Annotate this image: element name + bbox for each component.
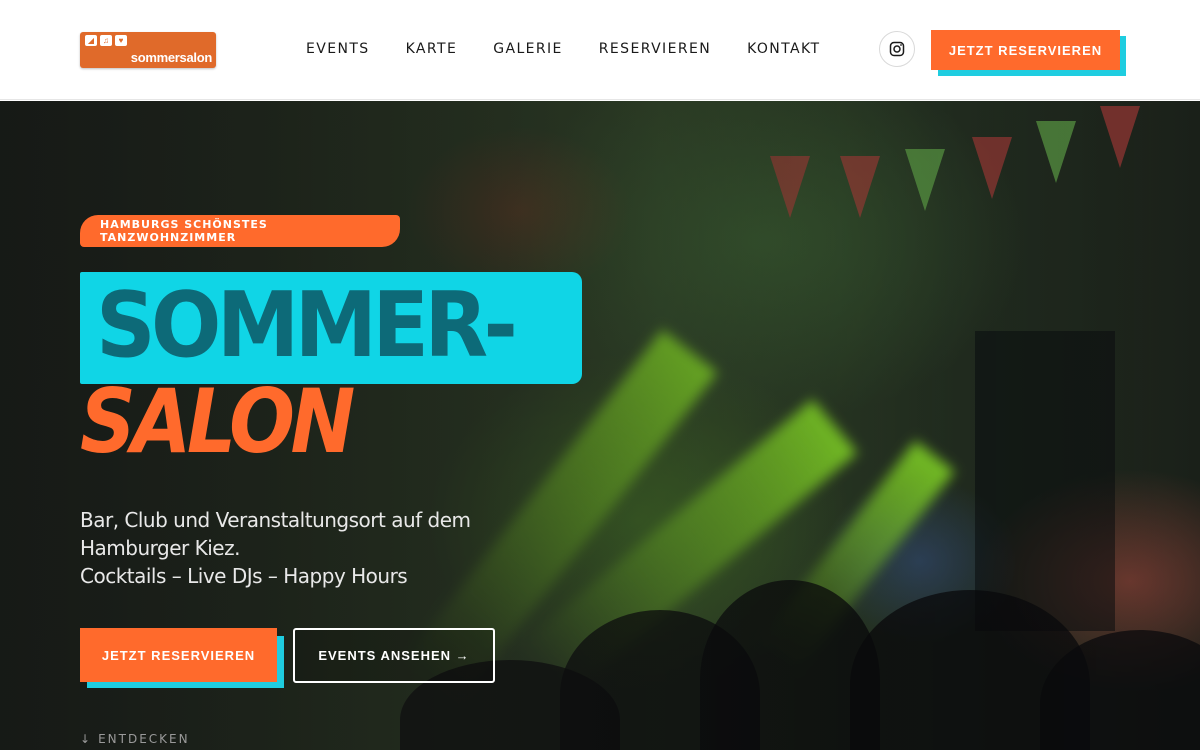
cocktail-icon: ◢ bbox=[85, 35, 97, 46]
site-header: ◢ ♫ ♥ sommersalon EVENTS KARTE GALERIE R… bbox=[0, 0, 1200, 100]
header-reserve-wrap: JETZT RESERVIEREN bbox=[931, 30, 1126, 76]
logo[interactable]: ◢ ♫ ♥ sommersalon bbox=[80, 32, 216, 68]
hero-title-line2: SALON bbox=[80, 370, 355, 473]
music-note-icon: ♫ bbox=[100, 35, 112, 46]
nav-item-events[interactable]: EVENTS bbox=[306, 41, 370, 57]
hero-tagline: HAMBURGS SCHÖNSTES TANZWOHNZIMMER bbox=[80, 215, 400, 247]
heart-icon: ♥ bbox=[115, 35, 127, 46]
nav-item-kontakt[interactable]: KONTAKT bbox=[747, 41, 820, 57]
logo-text: sommersalon bbox=[130, 50, 213, 65]
header-reserve-button[interactable]: JETZT RESERVIEREN bbox=[931, 30, 1120, 70]
scroll-hint[interactable]: ↓ ENTDECKEN bbox=[80, 732, 190, 746]
nav-item-karte[interactable]: KARTE bbox=[406, 41, 458, 57]
scroll-hint-label: ENTDECKEN bbox=[98, 732, 190, 746]
hero-section: HAMBURGS SCHÖNSTES TANZWOHNZIMMER SOMMER… bbox=[0, 101, 1200, 750]
arrow-down-icon: ↓ bbox=[80, 732, 93, 746]
logo-icons: ◢ ♫ ♥ bbox=[85, 35, 127, 46]
instagram-button[interactable] bbox=[879, 31, 915, 67]
nav-item-galerie[interactable]: GALERIE bbox=[493, 41, 563, 57]
events-button[interactable]: EVENTS ANSEHEN → bbox=[293, 628, 495, 683]
instagram-icon bbox=[889, 41, 905, 57]
description-line: Bar, Club und Veranstaltungsort auf dem bbox=[80, 508, 471, 532]
main-nav: EVENTS KARTE GALERIE RESERVIEREN KONTAKT bbox=[306, 41, 820, 57]
description-line: Hamburger Kiez. bbox=[80, 536, 240, 560]
nav-item-reservieren[interactable]: RESERVIEREN bbox=[599, 41, 711, 57]
hero-description: Bar, Club und Veranstaltungsort auf dem … bbox=[80, 506, 471, 590]
hero-reserve-button[interactable]: JETZT RESERVIEREN bbox=[80, 628, 277, 682]
hero-reserve-wrap: JETZT RESERVIEREN bbox=[80, 628, 284, 690]
description-line: Cocktails – Live DJs – Happy Hours bbox=[80, 564, 408, 588]
